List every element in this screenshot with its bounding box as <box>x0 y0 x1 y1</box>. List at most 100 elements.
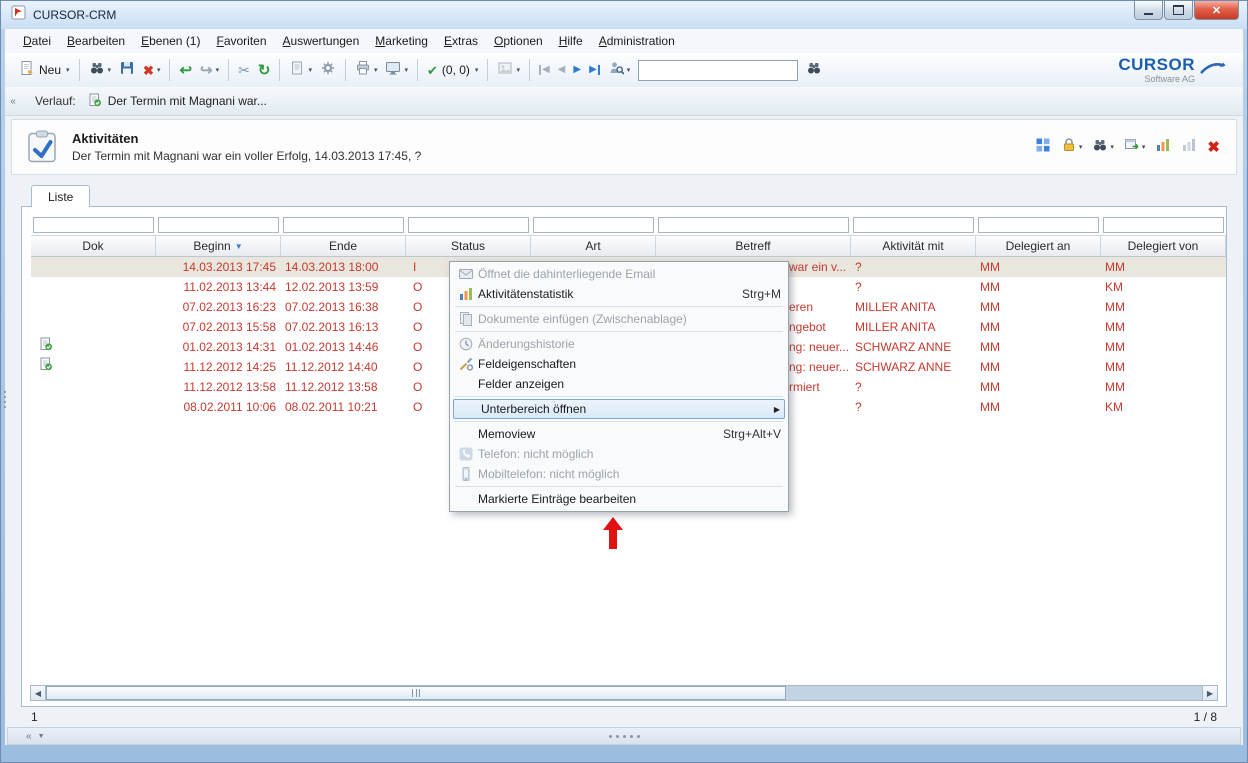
filter-input-betreff[interactable] <box>658 217 849 233</box>
column-header-dok[interactable]: Dok <box>31 236 156 256</box>
context-menu-item[interactable]: MemoviewStrg+Alt+V <box>451 424 787 444</box>
column-header-delegiert_an[interactable]: Delegiert an <box>976 236 1101 256</box>
filter-input-ende[interactable] <box>283 217 404 233</box>
image-icon <box>497 60 513 81</box>
tab-liste[interactable]: Liste <box>31 185 90 207</box>
close-button[interactable]: ✕ <box>1194 1 1239 20</box>
person-search-icon <box>608 60 624 81</box>
context-menu-item: Telefon: nicht möglich <box>451 444 787 464</box>
scroll-right-button[interactable]: ▶ <box>1202 685 1218 701</box>
scissors-icon: ✂ <box>238 63 250 77</box>
scrollbar-thumb[interactable] <box>46 686 786 700</box>
new-button[interactable]: Neu ▾ <box>15 57 74 83</box>
doc-check-icon <box>39 357 53 377</box>
filter-input-aktivitaet_mit[interactable] <box>853 217 974 233</box>
counter-button[interactable]: ✔ (0, 0) ▾ <box>423 57 482 83</box>
menu-ebenen-1[interactable]: Ebenen (1) <box>133 31 208 51</box>
menu-separator <box>455 396 783 397</box>
menu-administration[interactable]: Administration <box>591 31 683 51</box>
column-header-betreff[interactable]: Betreff <box>656 236 851 256</box>
close-view-button[interactable]: ✖ <box>1207 140 1220 155</box>
quick-search-input[interactable] <box>638 60 798 81</box>
titlebar[interactable]: CURSOR-CRM ✕ <box>1 1 1247 29</box>
context-menu-item[interactable]: Feldeigenschaften <box>451 354 787 374</box>
menu-favoriten[interactable]: Favoriten <box>208 31 274 51</box>
collapse-down-icon[interactable]: ▼ <box>38 733 45 740</box>
cell-delegiert_an: MM <box>976 397 1101 417</box>
chevron-down-icon: ▾ <box>374 66 378 74</box>
menu-item-label: Mobiltelefon: nicht möglich <box>478 467 781 481</box>
column-header-label: Aktivität mit <box>882 239 943 253</box>
chart-icon <box>454 286 478 302</box>
nav-last-button[interactable]: ▶ <box>585 57 604 83</box>
menu-marketing[interactable]: Marketing <box>367 31 436 51</box>
maximize-button[interactable] <box>1164 1 1193 20</box>
nav-next-icon: ▶ <box>573 65 581 75</box>
menu-extras[interactable]: Extras <box>436 31 486 51</box>
filter-input-status[interactable] <box>408 217 529 233</box>
cell-delegiert_an: MM <box>976 257 1101 277</box>
collapse-left-icon[interactable]: « <box>26 731 32 742</box>
filter-input-beginn[interactable] <box>158 217 279 233</box>
chevron-down-icon: ▾ <box>308 66 312 74</box>
context-menu-item[interactable]: Felder anzeigen <box>451 374 787 394</box>
lock-button[interactable]: ▾ <box>1061 137 1083 158</box>
scroll-left-button[interactable]: ◀ <box>30 685 46 701</box>
context-menu-item[interactable]: Markierte Einträge bearbeiten <box>451 489 787 509</box>
horizontal-scrollbar[interactable]: ◀ ▶ <box>30 685 1218 701</box>
bottom-splitter[interactable]: « ▼ <box>7 727 1241 745</box>
chevron-down-icon: ▾ <box>627 66 631 74</box>
column-header-delegiert_von[interactable]: Delegiert von <box>1101 236 1226 256</box>
cell-aktivitaet_mit: SCHWARZ ANNE <box>851 357 976 377</box>
header-search-button[interactable]: ▾ <box>1092 137 1114 158</box>
statistics-button[interactable] <box>1155 137 1171 158</box>
bottom-collapse-controls: « ▼ <box>26 731 45 742</box>
minimize-button[interactable] <box>1134 1 1163 20</box>
nav-next-button[interactable]: ▶ <box>569 57 585 83</box>
collapse-left-icon[interactable]: « <box>7 91 19 111</box>
filter-input-delegiert_von[interactable] <box>1103 217 1224 233</box>
app-window: CURSOR-CRM ✕ DateiBearbeitenEbenen (1)Fa… <box>0 0 1248 763</box>
person-search-button[interactable]: ▾ <box>604 57 635 83</box>
refresh-button[interactable]: ↻ <box>254 57 275 83</box>
context-menu-item[interactable]: Unterbereich öffnen▶ <box>453 399 785 419</box>
history-entry[interactable]: Der Termin mit Magnani war... <box>88 93 267 110</box>
column-header-ende[interactable]: Ende <box>281 236 406 256</box>
header-actions: ▾ ▾ ▾ ✖ <box>1035 137 1224 158</box>
cut-button[interactable]: ✂ <box>234 57 254 83</box>
cell-delegiert_an: MM <box>976 377 1101 397</box>
cell-delegiert_an: MM <box>976 317 1101 337</box>
column-header-beginn[interactable]: Beginn▼ <box>156 236 281 256</box>
column-header-aktivitaet_mit[interactable]: Aktivität mit <box>851 236 976 256</box>
context-menu-item[interactable]: AktivitätenstatistikStrg+M <box>451 284 787 304</box>
cell-delegiert_von: KM <box>1101 397 1226 417</box>
document-button[interactable]: ▾ <box>285 57 316 83</box>
nav-last-icon: ▶ <box>589 65 600 75</box>
scrollbar-track[interactable] <box>46 685 1202 701</box>
search-menu-button[interactable]: ▾ <box>85 57 116 83</box>
find-button[interactable] <box>802 57 826 83</box>
column-header-status[interactable]: Status <box>406 236 531 256</box>
menu-datei[interactable]: Datei <box>15 31 59 51</box>
back-button[interactable]: ↩ <box>175 57 196 83</box>
menu-optionen[interactable]: Optionen <box>486 31 551 51</box>
status-bar: 1 1 / 8 <box>21 709 1227 725</box>
monitor-button[interactable]: ▾ <box>381 57 412 83</box>
cell-delegiert_an: MM <box>976 297 1101 317</box>
filter-input-dok[interactable] <box>33 217 154 233</box>
menu-hilfe[interactable]: Hilfe <box>551 31 591 51</box>
left-splitter-dots-icon[interactable] <box>2 391 8 408</box>
filter-input-art[interactable] <box>533 217 654 233</box>
print-button[interactable]: ▾ <box>351 57 382 83</box>
column-header-art[interactable]: Art <box>531 236 656 256</box>
save-button[interactable] <box>115 57 139 83</box>
grid-view-button[interactable] <box>1035 137 1051 158</box>
settings-button[interactable] <box>316 57 340 83</box>
menu-auswertungen[interactable]: Auswertungen <box>275 31 368 51</box>
sort-desc-icon: ▼ <box>235 242 243 251</box>
filter-input-delegiert_an[interactable] <box>978 217 1099 233</box>
delete-button[interactable]: ✖▾ <box>139 57 164 83</box>
export-button[interactable]: ▾ <box>1124 137 1146 158</box>
menu-bearbeiten[interactable]: Bearbeiten <box>59 31 133 51</box>
menu-item-label: Öffnet die dahinterliegende Email <box>478 267 781 281</box>
